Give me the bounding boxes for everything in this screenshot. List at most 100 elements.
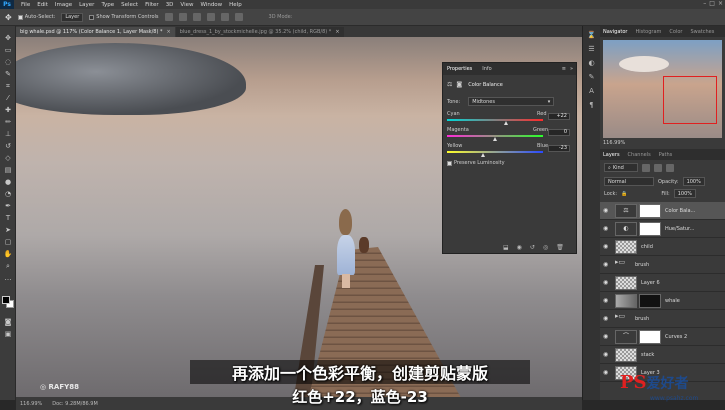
cyan-red-slider[interactable]	[447, 119, 543, 125]
align-left-icon[interactable]	[206, 13, 215, 21]
mask-thumb[interactable]	[639, 203, 661, 218]
character-icon[interactable]: A	[586, 87, 597, 96]
menu-window[interactable]: Window	[200, 2, 222, 8]
properties-icon[interactable]: ☰	[586, 45, 597, 54]
navigator-preview[interactable]	[603, 40, 722, 138]
tab-swatches[interactable]: Swatches	[690, 29, 714, 35]
mask-thumb[interactable]	[639, 293, 661, 308]
layer-group-row[interactable]: ◉ ▸▭ brush	[600, 310, 725, 328]
shape-tool-icon[interactable]: ▢	[3, 238, 13, 247]
menu-file[interactable]: File	[21, 2, 30, 8]
eye-icon[interactable]: ◉	[603, 225, 611, 232]
menu-select[interactable]: Select	[121, 2, 138, 8]
history-icon[interactable]: ⌛	[586, 31, 597, 40]
layer-row[interactable]: ◉ stack	[600, 346, 725, 364]
menu-view[interactable]: View	[180, 2, 193, 8]
layer-row[interactable]: ◉ child	[600, 238, 725, 256]
layer-group-row[interactable]: ◉ ▸▭ brush	[600, 256, 725, 274]
healing-brush-icon[interactable]: ✚	[3, 106, 13, 115]
align-bottom-icon[interactable]	[192, 13, 201, 21]
menu-help[interactable]: Help	[229, 2, 242, 8]
align-right-icon[interactable]	[234, 13, 243, 21]
mask-thumb[interactable]	[639, 221, 661, 236]
magenta-green-value[interactable]: 0	[548, 129, 570, 136]
layer-row[interactable]: ◉ ⌒ Curves 2	[600, 328, 725, 346]
tab-paths[interactable]: Paths	[659, 152, 673, 158]
preserve-luminosity-checkbox[interactable]: Preserve Luminosity	[447, 160, 505, 166]
opacity-field[interactable]: 100%	[682, 177, 705, 186]
align-center-icon[interactable]	[220, 13, 229, 21]
menu-type[interactable]: Type	[101, 2, 114, 8]
blur-tool-icon[interactable]: ●	[3, 178, 13, 187]
tab-layers[interactable]: Layers	[603, 152, 620, 158]
collapse-icon[interactable]: »	[570, 66, 573, 72]
history-brush-icon[interactable]: ↺	[3, 142, 13, 151]
layer-row[interactable]: ◉ ◐ Hue/Satur...	[600, 220, 725, 238]
move-tool-icon[interactable]: ✥	[3, 34, 13, 43]
doc-size[interactable]: Doc: 9.28M/86.9M	[52, 401, 98, 407]
close-icon[interactable]: ×	[167, 29, 171, 35]
clone-stamp-icon[interactable]: ⊥	[3, 130, 13, 139]
eyedropper-tool-icon[interactable]: ⁄	[3, 94, 13, 103]
pen-tool-icon[interactable]: ✒	[3, 202, 13, 211]
magenta-green-slider[interactable]	[447, 135, 543, 141]
tab-color[interactable]: Color	[669, 29, 682, 35]
show-transform-checkbox[interactable]: Show Transform Controls	[89, 14, 159, 20]
type-tool-icon[interactable]: T	[3, 214, 13, 223]
mask-thumb[interactable]	[639, 329, 661, 344]
slider-thumb[interactable]	[481, 153, 486, 157]
quick-mask-icon[interactable]: ◙	[3, 318, 13, 327]
yellow-blue-slider[interactable]	[447, 151, 543, 157]
eye-icon[interactable]: ◉	[603, 333, 611, 340]
filter-adjust-icon[interactable]	[654, 163, 662, 172]
tab-navigator[interactable]: Navigator	[603, 29, 627, 35]
panel-menu-icon[interactable]: ≡	[562, 66, 566, 72]
fill-field[interactable]: 100%	[673, 189, 696, 198]
align-top-icon[interactable]	[164, 13, 173, 21]
navigator-zoom[interactable]: 116.99%	[603, 140, 625, 146]
menu-image[interactable]: Image	[55, 2, 72, 8]
tab-info[interactable]: Info	[482, 66, 491, 72]
zoom-level[interactable]: 116.99%	[20, 401, 42, 407]
menu-3d[interactable]: 3D	[166, 2, 174, 8]
auto-select-target-dropdown[interactable]: Layer	[61, 12, 84, 22]
view-box[interactable]	[663, 76, 717, 124]
lock-icon[interactable]: 🔒	[621, 191, 627, 197]
slider-thumb[interactable]	[493, 137, 497, 141]
minimize-icon[interactable]: –	[703, 0, 706, 7]
crop-tool-icon[interactable]: ⌗	[3, 82, 13, 91]
more-tools-icon[interactable]: …	[3, 274, 13, 283]
path-select-tool-icon[interactable]: ➤	[3, 226, 13, 235]
close-icon[interactable]: ×	[718, 0, 723, 7]
lasso-tool-icon[interactable]: ◌	[3, 58, 13, 67]
eye-icon[interactable]: ◉	[603, 279, 611, 286]
paragraph-icon[interactable]: ¶	[586, 101, 597, 110]
quick-select-tool-icon[interactable]: ✎	[3, 70, 13, 79]
menu-filter[interactable]: Filter	[145, 2, 159, 8]
layer-row[interactable]: ◉ whale	[600, 292, 725, 310]
trash-icon[interactable]: 🗑	[556, 244, 564, 251]
filter-type-icon[interactable]	[666, 163, 674, 172]
mask-icon[interactable]: ◙	[456, 81, 462, 88]
eye-icon[interactable]: ◉	[603, 297, 611, 304]
menu-layer[interactable]: Layer	[79, 2, 94, 8]
tab-histogram[interactable]: Histogram	[635, 29, 661, 35]
kind-filter-dropdown[interactable]: ⌕ Kind	[604, 163, 638, 172]
eye-icon[interactable]: ◉	[603, 369, 611, 376]
hand-tool-icon[interactable]: ✋	[3, 250, 13, 259]
align-middle-icon[interactable]	[178, 13, 187, 21]
adjustments-icon[interactable]: ◐	[586, 59, 597, 68]
eye-icon[interactable]: ◉	[603, 351, 611, 358]
slider-thumb[interactable]	[503, 121, 508, 125]
layer-row[interactable]: ◉ Layer 6	[600, 274, 725, 292]
brush-tool-icon[interactable]: ✏	[3, 118, 13, 127]
eye-icon[interactable]: ◉	[603, 261, 611, 268]
eye-icon[interactable]: ◉	[603, 315, 611, 322]
gradient-tool-icon[interactable]: ▤	[3, 166, 13, 175]
eraser-tool-icon[interactable]: ◇	[3, 154, 13, 163]
tab-blue-dress[interactable]: blue_dress_1_by_stockmichelle.jpg @ 35.2…	[175, 27, 344, 37]
marquee-tool-icon[interactable]: ▭	[3, 46, 13, 55]
zoom-tool-icon[interactable]: ⌕	[3, 262, 13, 271]
clip-to-layer-icon[interactable]: ⬓	[503, 244, 509, 251]
tone-dropdown[interactable]: Midtones ▾	[468, 97, 555, 106]
